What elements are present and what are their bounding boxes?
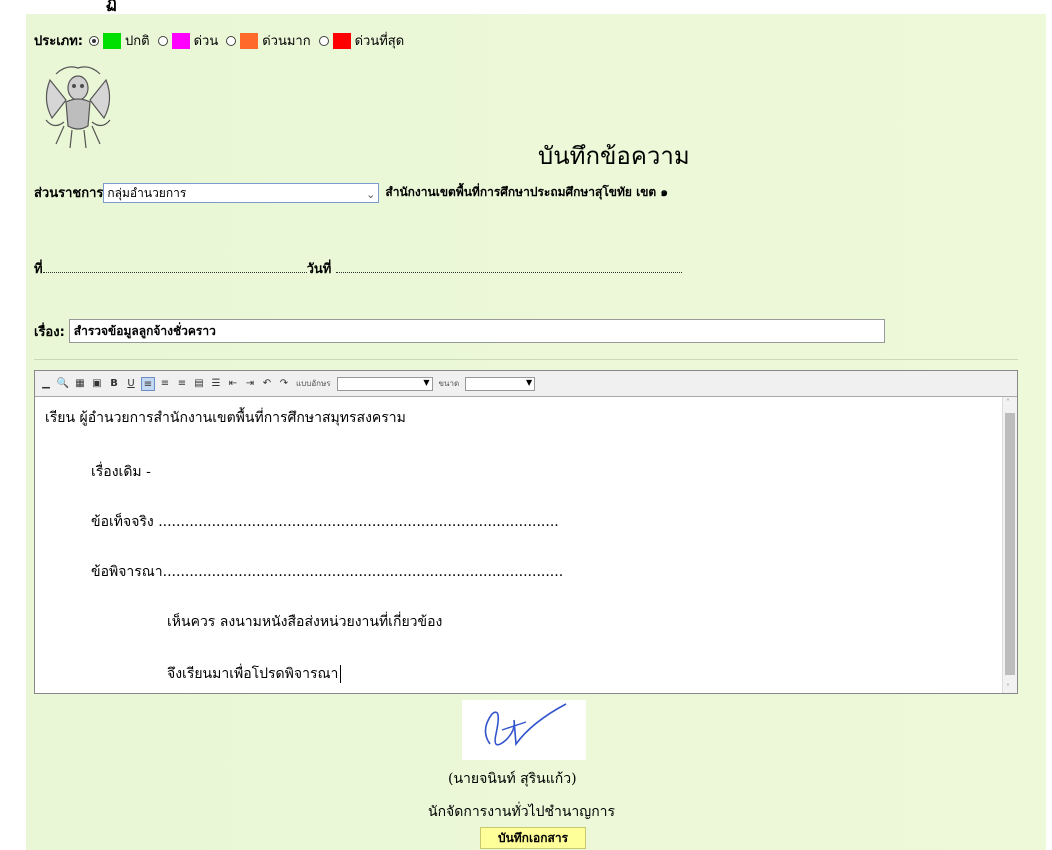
priority-radio-normal[interactable]: [89, 35, 99, 46]
outdent-icon[interactable]: ⇤: [226, 377, 240, 391]
priority-color-very-urgent: [240, 32, 259, 49]
scroll-down-icon[interactable]: ˅: [1006, 683, 1010, 692]
signature-image: [462, 700, 586, 760]
department-select[interactable]: กลุ่มอำนวยการ ⌄: [103, 182, 380, 203]
facts-line: ข้อเท็จจริง ............................…: [91, 514, 559, 530]
department-select-value: กลุ่มอำนวยการ: [107, 185, 187, 200]
priority-label-normal: ปกติ: [125, 34, 150, 49]
priority-radio-most-urgent[interactable]: [318, 35, 329, 46]
priority-label-very-urgent: ด่วนมาก: [262, 34, 311, 49]
indent-icon[interactable]: ⇥: [243, 377, 257, 391]
priority-label-urgent: ด่วน: [193, 34, 219, 49]
bold-icon[interactable]: B: [107, 377, 121, 391]
priority-radio-urgent[interactable]: [157, 35, 168, 46]
priority-label-most-urgent: ด่วนที่สุด: [354, 34, 405, 49]
ref-date-label: วันที่: [306, 262, 332, 277]
list-icon[interactable]: ☰: [209, 377, 223, 391]
header-partial-glyph: ฏิ: [106, 0, 117, 12]
reference-row: ที่ วันที่: [34, 258, 682, 279]
priority-color-normal: [103, 32, 121, 49]
editor-toolbar: ▁ 🔍 ▦ ▣ B U ≡ ≡ ≡ ▤ ☰ ⇤ ⇥ ↶ ↷ แบบอักษร ▼…: [35, 371, 1017, 397]
priority-color-most-urgent: [332, 32, 351, 49]
subject-input[interactable]: สำรวจข้อมูลลูกจ้างชั่วคราว: [68, 319, 885, 343]
consideration-line: ข้อพิจารณา..............................…: [91, 564, 564, 580]
background-line: เรื่องเดิม -: [91, 464, 151, 480]
priority-color-urgent: [171, 32, 190, 49]
divider: [34, 359, 1018, 360]
table-icon[interactable]: ▦: [73, 377, 87, 391]
underline-icon[interactable]: U: [124, 377, 138, 391]
ref-no-dots: [42, 260, 307, 273]
priority-radio-very-urgent[interactable]: [226, 35, 237, 46]
justify-icon[interactable]: ▤: [192, 377, 206, 391]
office-name: สำนักงานเขตพื้นที่การศึกษาประถมศึกษาสุโข…: [385, 185, 669, 199]
priority-row: ประเภท: ปกติ ด่วน ด่วนมาก ด่วนที่สุด: [34, 30, 412, 51]
image-icon[interactable]: ▣: [90, 377, 104, 391]
scroll-up-icon[interactable]: ˄: [1006, 398, 1010, 407]
align-center-icon[interactable]: ≡: [158, 377, 172, 391]
font-select[interactable]: ▼: [336, 376, 433, 391]
redo-icon[interactable]: ↷: [277, 377, 291, 391]
subject-label: เรื่อง:: [34, 324, 65, 340]
align-left-icon[interactable]: ≡: [141, 376, 155, 391]
ref-date-dots: [335, 260, 682, 273]
align-right-icon[interactable]: ≡: [175, 377, 189, 391]
size-label: ขนาด: [438, 379, 460, 388]
opinion-line: เห็นควร ลงนามหนังสือส่งหน่วยงานที่เกี่ยว…: [167, 614, 443, 630]
text-cursor: [340, 665, 342, 683]
toolbar-grip-icon: ▁: [42, 377, 50, 389]
salutation: เรียน ผู้อำนวยการสำนักงานเขตพื้นที่การศึ…: [45, 410, 406, 426]
signer-name: (นายจนินท์ สุรินแก้ว): [448, 771, 577, 787]
font-label: แบบอักษร: [296, 379, 331, 388]
priority-label: ประเภท:: [34, 34, 83, 49]
preview-icon[interactable]: 🔍: [56, 377, 70, 391]
scrollbar-thumb[interactable]: [1005, 413, 1015, 675]
ref-no-label: ที่: [34, 262, 43, 277]
subject-row: เรื่อง: สำรวจข้อมูลลูกจ้างชั่วคราว: [34, 319, 885, 343]
editor-scrollbar[interactable]: ˄ ˅: [1002, 397, 1017, 693]
rich-text-editor[interactable]: ▁ 🔍 ▦ ▣ B U ≡ ≡ ≡ ▤ ☰ ⇤ ⇥ ↶ ↷ แบบอักษร ▼…: [34, 370, 1018, 694]
department-row: ส่วนราชการ กลุ่มอำนวยการ ⌄ สำนักงานเขตพื…: [34, 182, 668, 203]
undo-icon[interactable]: ↶: [260, 377, 274, 391]
garuda-emblem-icon: [45, 66, 111, 149]
size-select[interactable]: ▼: [465, 376, 536, 391]
chevron-down-icon: ⌄: [366, 187, 376, 201]
save-document-button[interactable]: บันทึกเอกสาร: [480, 827, 586, 849]
department-label: ส่วนราชการ: [34, 186, 104, 201]
closing-line: จึงเรียนมาเพื่อโปรดพิจารณา: [167, 663, 342, 685]
memo-title: บันทึกข้อความ: [538, 142, 690, 170]
signer-position: นักจัดการงานทั่วไปชำนาญการ: [428, 804, 616, 820]
editor-content[interactable]: เรียน ผู้อำนวยการสำนักงานเขตพื้นที่การศึ…: [35, 397, 1017, 693]
